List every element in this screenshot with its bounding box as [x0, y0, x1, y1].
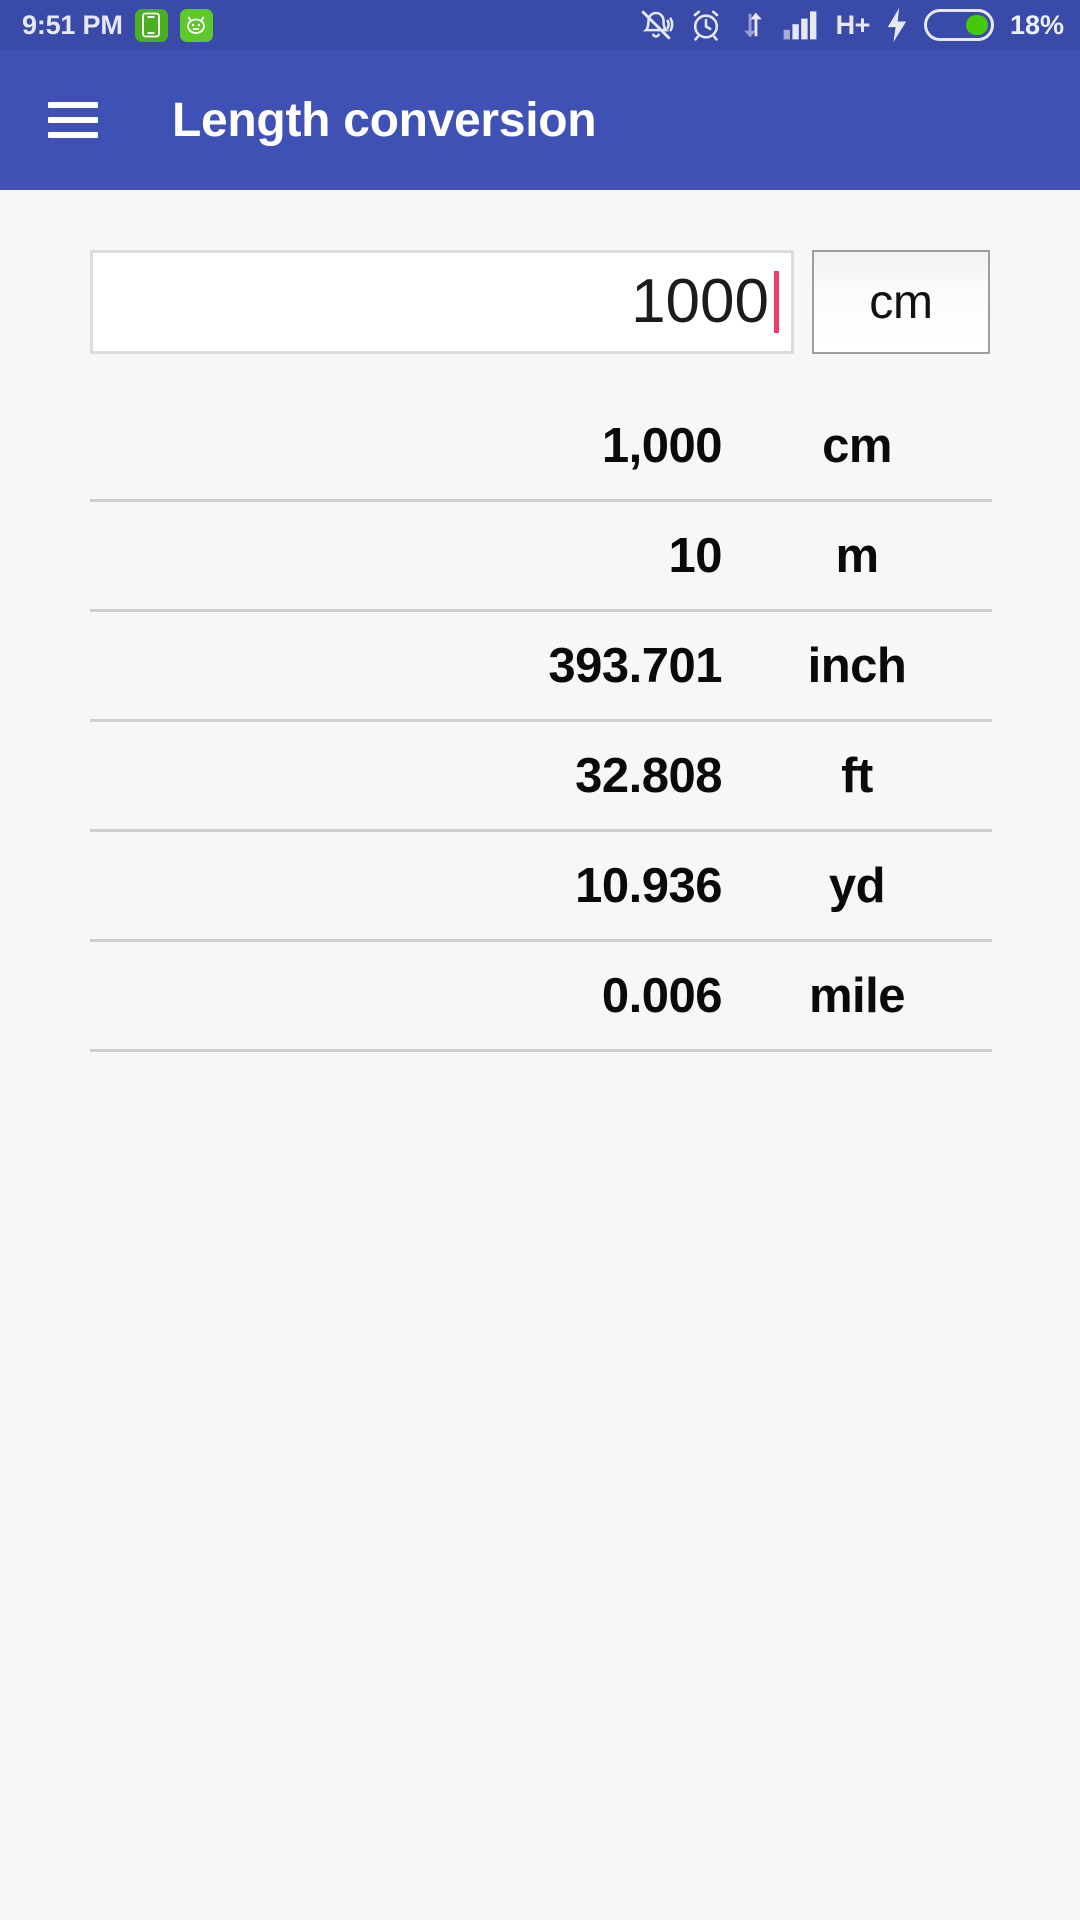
result-value: 10: [668, 528, 722, 583]
amount-input-value: 1000: [631, 267, 769, 336]
page-title: Length conversion: [172, 93, 597, 147]
hamburger-bar-2: [48, 117, 98, 123]
result-unit: ft: [841, 748, 873, 803]
conversion-input-row: 1000 cm: [0, 250, 1080, 354]
result-value: 393.701: [548, 638, 722, 693]
result-row[interactable]: 10 m: [90, 502, 992, 612]
result-row[interactable]: 393.701 inch: [90, 612, 992, 722]
bolt-icon: [887, 8, 907, 42]
status-bar-left: 9:51 PM: [22, 8, 213, 42]
signal-bars-icon: [783, 11, 817, 40]
main-content: 1000 cm 1,000 cm 10 m 393.701 inch 32.80…: [0, 190, 1080, 1920]
result-value: 10.936: [575, 858, 722, 913]
result-unit: cm: [822, 418, 892, 473]
text-caret: [774, 271, 779, 333]
result-value: 32.808: [575, 748, 722, 803]
sync-icon: [743, 12, 762, 38]
hamburger-bar-1: [48, 102, 98, 108]
amount-input[interactable]: 1000: [90, 250, 794, 354]
status-bar-right: H+ 18%: [638, 7, 1064, 43]
result-unit: m: [835, 528, 879, 583]
result-unit: yd: [828, 858, 886, 913]
alarm-icon: [693, 10, 719, 41]
result-row[interactable]: 32.808 ft: [90, 722, 992, 832]
app-bar: Length conversion: [0, 50, 1080, 190]
result-value: 0.006: [601, 968, 723, 1023]
notifications-off-icon: [641, 10, 674, 40]
android-app-icon: [179, 8, 213, 42]
status-bar: 9:51 PM H+ 18%: [0, 0, 1080, 50]
conversion-results-list: 1,000 cm 10 m 393.701 inch 32.808 ft 10.…: [0, 392, 1080, 1052]
battery-icon: [923, 9, 994, 41]
battery-fill: [965, 15, 988, 35]
source-unit-spinner[interactable]: cm: [812, 250, 990, 354]
network-type-label: H+: [835, 9, 871, 40]
phone-app-icon: [134, 8, 168, 42]
result-value: 1,000: [601, 418, 723, 473]
result-row[interactable]: 10.936 yd: [90, 832, 992, 942]
battery-percent-label: 18%: [1009, 9, 1064, 40]
hamburger-menu-icon[interactable]: [48, 102, 98, 138]
result-row[interactable]: 0.006 mile: [90, 942, 992, 1052]
result-unit: inch: [807, 638, 907, 693]
status-clock: 9:51 PM: [22, 9, 123, 40]
hamburger-bar-3: [48, 132, 98, 138]
result-unit: mile: [808, 968, 906, 1023]
result-row[interactable]: 1,000 cm: [90, 392, 992, 502]
